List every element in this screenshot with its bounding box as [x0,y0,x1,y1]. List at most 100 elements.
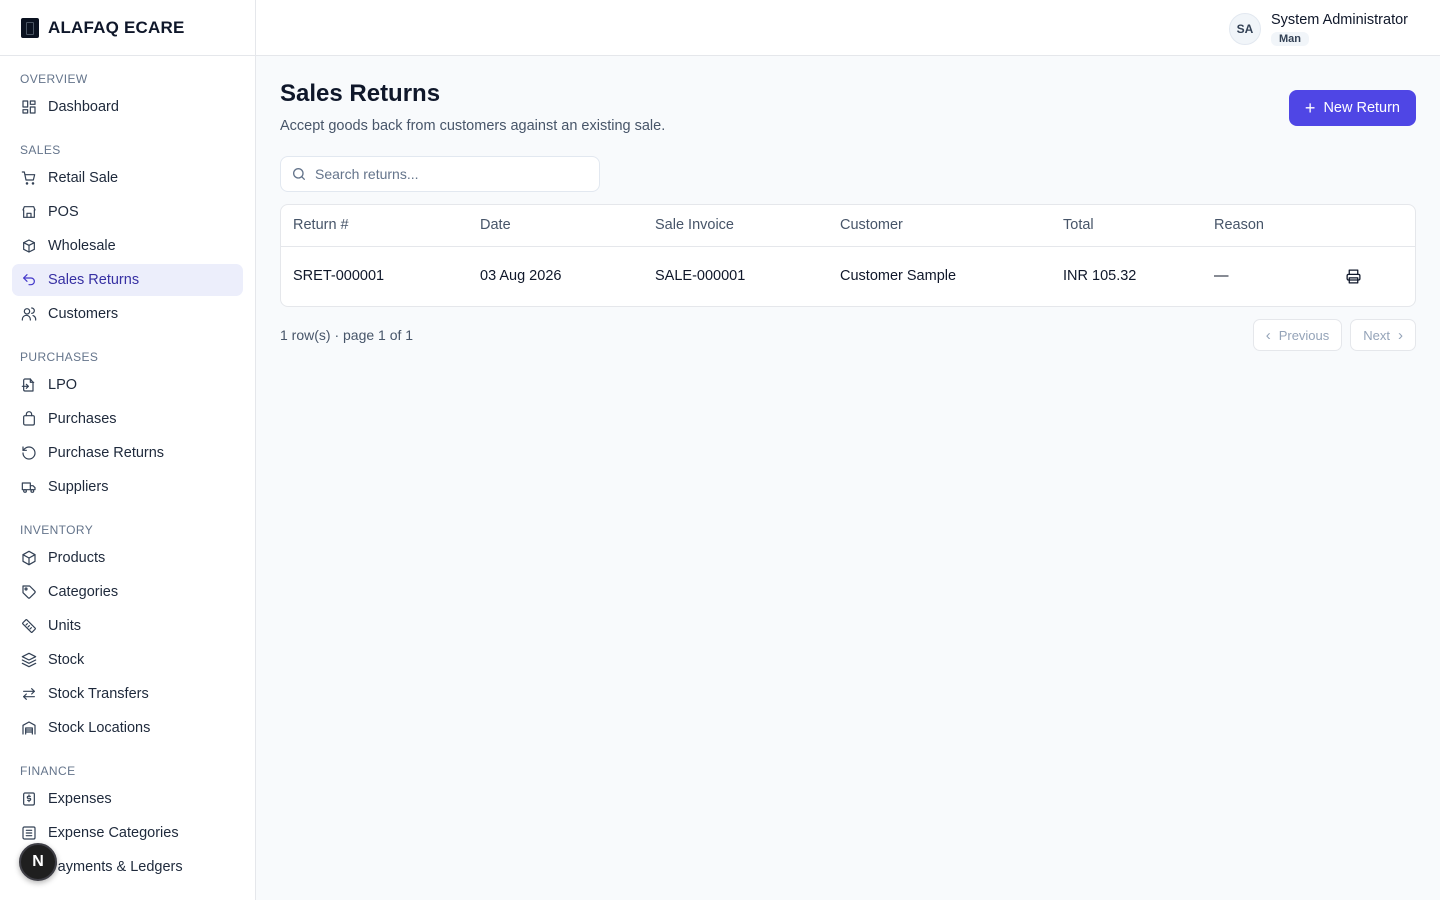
brand-logo-icon [21,17,39,38]
print-icon[interactable] [1339,262,1367,290]
layers-icon [20,651,38,669]
sidebar-section-label: FINANCE [20,764,76,778]
sidebar-item-label: Units [48,618,82,634]
arrows-swap-icon [20,685,38,703]
sidebar-item-label: Expenses [48,791,112,807]
sidebar-item-suppliers[interactable]: Suppliers [12,471,243,503]
column-header-date[interactable]: Date [468,205,643,247]
sidebar-item-label: POS [48,204,79,220]
sidebar-item-wholesale[interactable]: Wholesale [12,230,243,262]
sidebar-item-sales-returns[interactable]: Sales Returns [12,264,243,296]
column-header-customer[interactable]: Customer [828,205,1051,247]
receipt-icon [20,790,38,808]
pagination: ‹ Previous Next › [1252,319,1416,351]
dashboard-icon [20,98,38,116]
sidebar-item-label: Payments & Ledgers [48,859,183,875]
sidebar-item-label: Customers [48,306,119,322]
sidebar-item-products[interactable]: Products [12,542,243,574]
sidebar-item-stock[interactable]: Stock [12,644,243,676]
previous-label: Previous [1278,327,1330,343]
sidebar-item-label: Purchase Returns [48,445,165,461]
sidebar-item-lpo[interactable]: LPO [12,369,243,401]
next-label: Next [1363,327,1390,343]
new-return-button[interactable]: + New Return [1288,90,1416,126]
cell-customer: Customer Sample [840,268,957,285]
rotate-ccw-icon [20,444,38,462]
sidebar-item-label: Retail Sale [48,170,119,186]
sidebar-item-label: Stock Transfers [48,686,149,702]
sidebar-item-label: LPO [48,377,78,393]
sidebar-item-label: Categories [48,584,119,600]
sidebar-item-label: Expense Categories [48,825,179,841]
sidebar-item-purchase-returns[interactable]: Purchase Returns [12,437,243,469]
sidebar-item-label: Purchases [48,411,117,427]
sidebar-item-label: Sales Returns [48,272,140,288]
tag-icon [20,583,38,601]
sidebar-section-label: PURCHASES [20,350,99,364]
users-icon [20,305,38,323]
box-icon [20,549,38,567]
plus-icon: + [1304,98,1316,118]
sidebar-item-categories[interactable]: Categories [12,576,243,608]
sidebar-item-stock-locations[interactable]: Stock Locations [12,712,243,744]
sidebar-item-label: Suppliers [48,479,109,495]
search-icon [291,166,307,182]
sidebar-item-label: Wholesale [48,238,116,254]
sidebar-item-purchases[interactable]: Purchases [12,403,243,435]
topbar: SA System Administrator Man [256,0,1440,56]
sidebar-item-units[interactable]: Units [12,610,243,642]
chevron-left-icon: ‹ [1265,326,1271,344]
store-icon [20,203,38,221]
cell-sale-invoice: SALE-000001 [655,268,746,285]
search-input[interactable] [315,166,585,182]
sidebar-item-dashboard[interactable]: Dashboard [12,91,243,123]
sidebar-section-label: OVERVIEW [20,72,88,86]
column-header-reason[interactable]: Reason [1202,205,1327,247]
brand-name: ALAFAQ ECARE [48,17,185,37]
table-header-row: Return # Date Sale Invoice Customer Tota… [281,205,1415,247]
truck-icon [20,478,38,496]
avatar[interactable]: SA [1229,13,1261,45]
file-import-icon [20,376,38,394]
user-role-badge: Man [1271,32,1309,46]
ruler-icon [20,617,38,635]
sidebar-item-label: Products [48,550,106,566]
shopping-bag-icon [20,410,38,428]
sidebar-section-label: INVENTORY [20,523,94,537]
sidebar-item-stock-transfers[interactable]: Stock Transfers [12,678,243,710]
cart-icon [20,169,38,187]
cell-total: INR 105.32 [1063,268,1137,285]
cell-date: 03 Aug 2026 [480,268,562,285]
sidebar-nav: OVERVIEW Dashboard SALES Retail Sale POS… [0,70,255,883]
nextjs-dev-badge[interactable]: N [19,843,57,881]
chevron-right-icon: › [1398,326,1403,344]
sidebar-item-label: Dashboard [48,99,119,115]
returns-table: Return # Date Sale Invoice Customer Tota… [280,204,1416,307]
main-content: Sales Returns Accept goods back from cus… [256,56,1440,900]
page-title: Sales Returns [280,80,441,107]
table-row[interactable]: SRET-000001 03 Aug 2026 SALE-000001 Cust… [281,246,1415,306]
column-header-return-no[interactable]: Return # [281,205,468,247]
sidebar-item-expenses[interactable]: Expenses [12,783,243,815]
column-header-actions [1327,205,1415,247]
sidebar-item-retail-sale[interactable]: Retail Sale [12,162,243,194]
next-button[interactable]: Next › [1350,319,1416,351]
list-icon [20,824,38,842]
sidebar: ALAFAQ ECARE OVERVIEW Dashboard SALES Re… [0,0,256,900]
column-header-sale-invoice[interactable]: Sale Invoice [643,205,828,247]
sidebar-item-customers[interactable]: Customers [12,298,243,330]
search-box[interactable] [280,156,600,192]
cell-reason: — [1214,268,1229,285]
cell-actions [1327,246,1415,306]
previous-button[interactable]: ‹ Previous [1252,319,1343,351]
cell-return-no: SRET-000001 [293,268,385,285]
brand[interactable]: ALAFAQ ECARE [0,0,255,56]
column-header-total[interactable]: Total [1051,205,1202,247]
page-subtitle: Accept goods back from customers against… [280,118,666,134]
sidebar-item-label: Stock Locations [48,720,151,736]
user-menu[interactable]: SA System Administrator Man [1229,11,1408,47]
user-name: System Administrator [1271,12,1408,28]
sidebar-item-label: Stock [48,652,85,668]
new-return-label: New Return [1323,100,1400,116]
sidebar-item-pos[interactable]: POS [12,196,243,228]
